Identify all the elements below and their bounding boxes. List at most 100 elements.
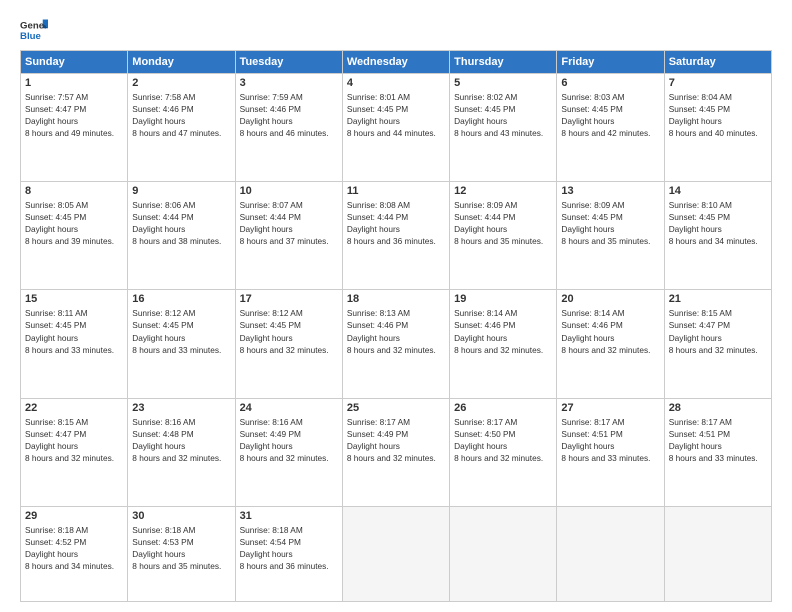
day-info: Sunrise: 8:17 AMSunset: 4:51 PMDaylight … <box>561 416 659 464</box>
day-cell-4: 4 Sunrise: 8:01 AMSunset: 4:45 PMDaylight… <box>342 74 449 182</box>
day-info: Sunrise: 8:15 AMSunset: 4:47 PMDaylight … <box>669 307 767 355</box>
day-cell-18: 18Sunrise: 8:13 AMSunset: 4:46 PMDayligh… <box>342 290 449 398</box>
day-cell-14: 14 Sunrise: 8:10 AMSunset: 4:45 PMDayligh… <box>664 182 771 290</box>
day-info: Sunrise: 7:59 AMSunset: 4:46 PMDaylight … <box>240 91 338 139</box>
day-cell-21: 21Sunrise: 8:15 AMSunset: 4:47 PMDayligh… <box>664 290 771 398</box>
day-info: Sunrise: 8:03 AMSunset: 4:45 PMDaylight … <box>561 91 659 139</box>
day-info: Sunrise: 8:15 AMSunset: 4:47 PMDaylight … <box>25 416 123 464</box>
day-number: 16 <box>132 293 230 305</box>
day-info: Sunrise: 8:14 AMSunset: 4:46 PMDaylight … <box>454 307 552 355</box>
day-number: 27 <box>561 402 659 414</box>
day-cell-7: 7Sunrise: 8:04 AMSunset: 4:45 PMDaylight… <box>664 74 771 182</box>
day-number: 13 <box>561 185 659 197</box>
week-row-1: 1Sunrise: 7:57 AMSunset: 4:47 PMDaylight… <box>21 74 772 182</box>
svg-text:Blue: Blue <box>20 31 41 42</box>
weekday-saturday: Saturday <box>664 51 771 74</box>
day-cell-10: 10Sunrise: 8:07 AMSunset: 4:44 PMDayligh… <box>235 182 342 290</box>
day-info: Sunrise: 7:58 AMSunset: 4:46 PMDaylight … <box>132 91 230 139</box>
day-cell-23: 23Sunrise: 8:16 AMSunset: 4:48 PMDayligh… <box>128 398 235 506</box>
day-cell-20: 20Sunrise: 8:14 AMSunset: 4:46 PMDayligh… <box>557 290 664 398</box>
day-number: 17 <box>240 293 338 305</box>
empty-cell <box>450 506 557 601</box>
day-info: Sunrise: 8:14 AMSunset: 4:46 PMDaylight … <box>561 307 659 355</box>
day-info: Sunrise: 8:12 AMSunset: 4:45 PMDaylight … <box>240 307 338 355</box>
day-info: Sunrise: 8:06 AMSunset: 4:44 PMDaylight … <box>132 199 230 247</box>
day-number: 1 <box>25 77 123 89</box>
day-cell-30: 30 Sunrise: 8:18 AMSunset: 4:53 PMDayligh… <box>128 506 235 601</box>
day-number: 15 <box>25 293 123 305</box>
empty-cell <box>664 506 771 601</box>
day-info: Sunrise: 8:08 AMSunset: 4:44 PMDaylight … <box>347 199 445 247</box>
logo: General Blue <box>20 16 48 44</box>
day-number: 14 <box>669 185 767 197</box>
day-info: Sunrise: 8:11 AMSunset: 4:45 PMDaylight … <box>25 307 123 355</box>
week-row-3: 15 Sunrise: 8:11 AMSunset: 4:45 PMDayligh… <box>21 290 772 398</box>
day-info: Sunrise: 8:18 AMSunset: 4:53 PMDaylight … <box>132 524 230 572</box>
day-info: Sunrise: 8:17 AMSunset: 4:51 PMDaylight … <box>669 416 767 464</box>
calendar-table: SundayMondayTuesdayWednesdayThursdayFrid… <box>20 50 772 602</box>
day-number: 3 <box>240 77 338 89</box>
day-cell-19: 19 Sunrise: 8:14 AMSunset: 4:46 PMDayligh… <box>450 290 557 398</box>
day-number: 25 <box>347 402 445 414</box>
day-info: Sunrise: 8:17 AMSunset: 4:49 PMDaylight … <box>347 416 445 464</box>
day-info: Sunrise: 8:12 AMSunset: 4:45 PMDaylight … <box>132 307 230 355</box>
weekday-thursday: Thursday <box>450 51 557 74</box>
day-info: Sunrise: 8:13 AMSunset: 4:46 PMDaylight … <box>347 307 445 355</box>
day-cell-24: 24Sunrise: 8:16 AMSunset: 4:49 PMDayligh… <box>235 398 342 506</box>
day-cell-8: 8 Sunrise: 8:05 AMSunset: 4:45 PMDaylight… <box>21 182 128 290</box>
day-cell-5: 5 Sunrise: 8:02 AMSunset: 4:45 PMDaylight… <box>450 74 557 182</box>
day-cell-3: 3 Sunrise: 7:59 AMSunset: 4:46 PMDaylight… <box>235 74 342 182</box>
day-number: 12 <box>454 185 552 197</box>
calendar-body: 1Sunrise: 7:57 AMSunset: 4:47 PMDaylight… <box>21 74 772 602</box>
day-cell-2: 2 Sunrise: 7:58 AMSunset: 4:46 PMDaylight… <box>128 74 235 182</box>
day-cell-28: 28 Sunrise: 8:17 AMSunset: 4:51 PMDayligh… <box>664 398 771 506</box>
header: General Blue <box>20 16 772 44</box>
day-info: Sunrise: 8:18 AMSunset: 4:52 PMDaylight … <box>25 524 123 572</box>
day-number: 28 <box>669 402 767 414</box>
day-info: Sunrise: 8:07 AMSunset: 4:44 PMDaylight … <box>240 199 338 247</box>
day-number: 8 <box>25 185 123 197</box>
empty-cell <box>557 506 664 601</box>
day-number: 23 <box>132 402 230 414</box>
day-info: Sunrise: 8:09 AMSunset: 4:45 PMDaylight … <box>561 199 659 247</box>
day-cell-12: 12 Sunrise: 8:09 AMSunset: 4:44 PMDayligh… <box>450 182 557 290</box>
weekday-header: SundayMondayTuesdayWednesdayThursdayFrid… <box>21 51 772 74</box>
day-info: Sunrise: 8:02 AMSunset: 4:45 PMDaylight … <box>454 91 552 139</box>
day-cell-6: 6 Sunrise: 8:03 AMSunset: 4:45 PMDaylight… <box>557 74 664 182</box>
day-cell-16: 16 Sunrise: 8:12 AMSunset: 4:45 PMDayligh… <box>128 290 235 398</box>
day-number: 26 <box>454 402 552 414</box>
day-number: 2 <box>132 77 230 89</box>
day-number: 5 <box>454 77 552 89</box>
day-cell-15: 15 Sunrise: 8:11 AMSunset: 4:45 PMDayligh… <box>21 290 128 398</box>
day-info: Sunrise: 8:05 AMSunset: 4:45 PMDaylight … <box>25 199 123 247</box>
day-info: Sunrise: 8:01 AMSunset: 4:45 PMDaylight … <box>347 91 445 139</box>
day-cell-27: 27 Sunrise: 8:17 AMSunset: 4:51 PMDayligh… <box>557 398 664 506</box>
calendar-page: General Blue SundayMondayTuesdayWednesda… <box>0 0 792 612</box>
day-info: Sunrise: 8:09 AMSunset: 4:44 PMDaylight … <box>454 199 552 247</box>
day-number: 29 <box>25 510 123 522</box>
day-number: 6 <box>561 77 659 89</box>
day-cell-25: 25 Sunrise: 8:17 AMSunset: 4:49 PMDayligh… <box>342 398 449 506</box>
day-cell-9: 9 Sunrise: 8:06 AMSunset: 4:44 PMDaylight… <box>128 182 235 290</box>
week-row-5: 29 Sunrise: 8:18 AMSunset: 4:52 PMDayligh… <box>21 506 772 601</box>
day-number: 4 <box>347 77 445 89</box>
day-number: 30 <box>132 510 230 522</box>
logo-icon: General Blue <box>20 16 48 44</box>
day-number: 24 <box>240 402 338 414</box>
day-number: 22 <box>25 402 123 414</box>
weekday-monday: Monday <box>128 51 235 74</box>
week-row-4: 22 Sunrise: 8:15 AMSunset: 4:47 PMDayligh… <box>21 398 772 506</box>
day-cell-13: 13 Sunrise: 8:09 AMSunset: 4:45 PMDayligh… <box>557 182 664 290</box>
day-cell-26: 26Sunrise: 8:17 AMSunset: 4:50 PMDayligh… <box>450 398 557 506</box>
day-number: 7 <box>669 77 767 89</box>
day-cell-1: 1Sunrise: 7:57 AMSunset: 4:47 PMDaylight… <box>21 74 128 182</box>
day-cell-17: 17 Sunrise: 8:12 AMSunset: 4:45 PMDayligh… <box>235 290 342 398</box>
day-info: Sunrise: 8:18 AMSunset: 4:54 PMDaylight … <box>240 524 338 572</box>
day-cell-22: 22 Sunrise: 8:15 AMSunset: 4:47 PMDayligh… <box>21 398 128 506</box>
day-info: Sunrise: 8:10 AMSunset: 4:45 PMDaylight … <box>669 199 767 247</box>
day-number: 9 <box>132 185 230 197</box>
empty-cell <box>342 506 449 601</box>
weekday-friday: Friday <box>557 51 664 74</box>
day-number: 11 <box>347 185 445 197</box>
day-number: 19 <box>454 293 552 305</box>
